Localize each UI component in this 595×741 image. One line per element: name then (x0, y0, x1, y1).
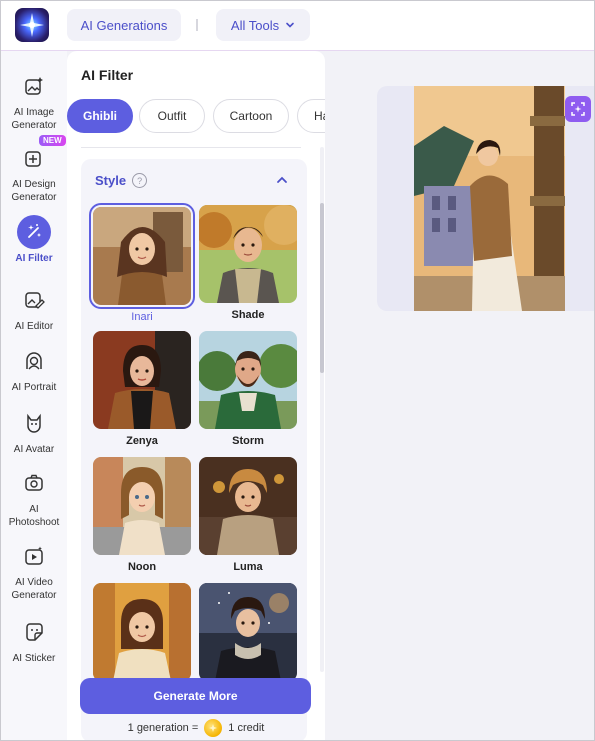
sidebar-item-label: AI Design Generator (11, 179, 57, 203)
chip-ha[interactable]: Ha (297, 99, 325, 133)
ai-generations-button[interactable]: AI Generations (67, 9, 181, 41)
sidebar-item-ai-photoshoot[interactable]: AI Photoshoot (1, 466, 67, 529)
sidebar-item-label: AI Editor (14, 321, 54, 332)
sidebar-item-label: AI Sticker (12, 653, 56, 664)
credit-info: 1 generation = 1 credit (67, 719, 325, 737)
sidebar-item-label: AI Photoshoot (8, 504, 60, 528)
help-icon[interactable]: ? (132, 173, 148, 188)
style-tile-zenya[interactable]: Zenya (93, 331, 191, 447)
all-tools-dropdown[interactable]: All Tools (216, 9, 310, 41)
all-tools-label: All Tools (230, 17, 280, 33)
style-thumbnail (93, 331, 191, 429)
scrollbar-thumb[interactable] (320, 203, 324, 373)
chip-label: Ha (314, 109, 325, 123)
panel-title: AI Filter (81, 67, 134, 83)
style-name: Shade (231, 309, 265, 321)
sidebar-item-label: AI Filter (15, 253, 53, 264)
chip-divider (81, 147, 301, 148)
image-generate-icon (17, 69, 51, 103)
chevron-down-icon (286, 22, 294, 28)
topbar-divider (196, 19, 198, 31)
sparkle-icon (20, 13, 44, 37)
sidebar-item-ai-portrait[interactable]: AI Portrait (1, 344, 67, 394)
credit-right-text: 1 credit (228, 722, 265, 734)
design-icon (17, 141, 51, 175)
credit-left-text: 1 generation = (127, 722, 199, 734)
style-tile-shade[interactable]: Shade (199, 205, 297, 321)
style-tile-7[interactable] (93, 583, 191, 681)
magic-wand-icon (17, 215, 51, 249)
filter-panel: AI Filter Ghibli Outfit Cartoon Ha Style… (67, 51, 325, 740)
style-thumbnail (199, 583, 297, 681)
chip-label: Ghibli (83, 109, 117, 123)
tool-sidebar: AI Image Generator NEW AI Design Generat… (1, 51, 67, 740)
sidebar-item-label: AI Video Generator (11, 577, 57, 601)
style-tile-noon[interactable]: Noon (93, 457, 191, 573)
chip-ghibli[interactable]: Ghibli (67, 99, 133, 133)
sidebar-item-ai-design-generator[interactable]: NEW AI Design Generator (1, 135, 67, 204)
chip-cartoon[interactable]: Cartoon (213, 99, 289, 133)
new-badge: NEW (39, 135, 66, 146)
style-name: Zenya (126, 435, 158, 447)
chevron-up-icon[interactable] (275, 173, 289, 187)
sidebar-item-ai-filter[interactable]: AI Filter (1, 215, 67, 265)
style-name: Noon (127, 561, 157, 573)
sidebar-item-ai-image-generator[interactable]: AI Image Generator (1, 69, 67, 132)
chip-outfit[interactable]: Outfit (139, 99, 205, 133)
style-tile-storm[interactable]: Storm (199, 331, 297, 447)
sidebar-item-label: AI Image Generator (11, 107, 57, 131)
sidebar-item-ai-video-generator[interactable]: AI Video Generator (1, 539, 67, 602)
style-name: Inari (131, 311, 153, 323)
camera-icon (17, 466, 51, 500)
style-thumbnail (89, 203, 195, 309)
style-title: Style (95, 173, 127, 188)
style-thumbnail (199, 331, 297, 429)
coin-icon (204, 719, 223, 737)
style-name: Luma (233, 561, 263, 573)
style-tile-8[interactable] (199, 583, 297, 681)
video-icon (17, 539, 51, 573)
sidebar-item-ai-sticker[interactable]: AI Sticker (1, 615, 67, 665)
sidebar-item-label: AI Portrait (11, 382, 57, 393)
sidebar-item-ai-avatar[interactable]: AI Avatar (1, 406, 67, 456)
panel-scrollbar[interactable] (320, 147, 324, 672)
avatar-icon (17, 406, 51, 440)
sticker-icon (17, 615, 51, 649)
app-logo[interactable] (15, 8, 49, 42)
style-tile-inari[interactable]: Inari (89, 203, 195, 323)
chip-label: Outfit (157, 109, 187, 123)
style-thumbnail (199, 457, 297, 555)
style-thumbnail (93, 583, 191, 681)
ai-generations-label: AI Generations (80, 17, 168, 33)
top-bar: AI Generations All Tools (1, 1, 594, 51)
portrait-icon (17, 344, 51, 378)
style-thumbnail (199, 205, 297, 303)
app-window: AI Generations All Tools AI Image Genera… (0, 0, 595, 741)
sidebar-item-ai-editor[interactable]: AI Editor (1, 283, 67, 333)
style-tile-luma[interactable]: Luma (199, 457, 297, 573)
style-section: Style ? Inari Shade Zenya Storm Noon Lum… (81, 159, 307, 740)
preview-tool-button[interactable] (565, 96, 591, 122)
sidebar-item-label: AI Avatar (13, 444, 55, 455)
preview-image[interactable] (414, 86, 565, 311)
chip-label: Cartoon (229, 109, 273, 123)
focus-icon (571, 102, 585, 116)
generate-more-button[interactable]: Generate More (80, 678, 311, 714)
style-header[interactable]: Style ? (95, 173, 148, 188)
style-thumbnail (93, 457, 191, 555)
edit-image-icon (17, 283, 51, 317)
style-name: Storm (232, 435, 264, 447)
